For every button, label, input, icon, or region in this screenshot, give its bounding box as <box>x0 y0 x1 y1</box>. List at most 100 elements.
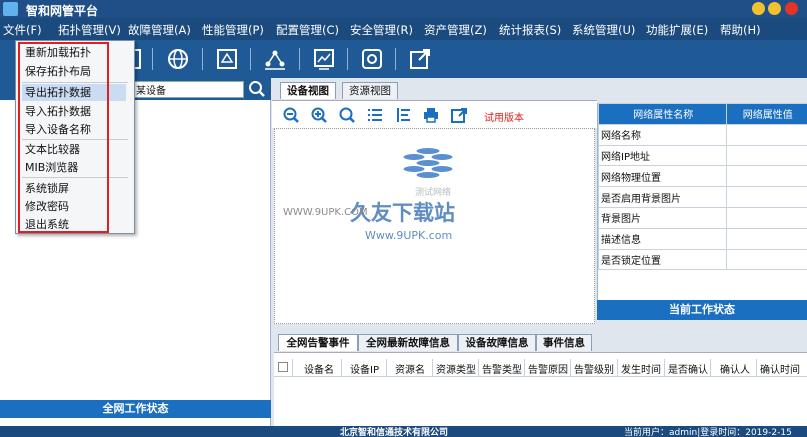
prop-value[interactable] <box>725 165 807 188</box>
prop-name: 是否锁定位置 <box>598 248 727 271</box>
toolbar-separator <box>395 48 396 70</box>
globe-icon[interactable] <box>164 45 192 73</box>
select-all-checkbox[interactable] <box>278 362 288 372</box>
column-divider <box>341 359 342 377</box>
print-icon[interactable] <box>422 106 440 124</box>
event-tabs: 全网告警事件 全网最新故障信息 设备故障信息 事件信息 <box>272 332 807 352</box>
column-divider <box>756 359 757 377</box>
device-icon[interactable] <box>213 45 241 73</box>
menu-performance[interactable]: 性能管理(P) <box>202 22 264 38</box>
prop-name: 描述信息 <box>598 227 727 250</box>
prop-name: 网络物理位置 <box>598 165 727 188</box>
col-confirm-time[interactable]: 确认时间 <box>760 361 800 376</box>
menu-asset[interactable]: 资产管理(Z) <box>424 22 487 38</box>
align-icon[interactable] <box>394 106 412 124</box>
toolbar-separator <box>202 48 203 70</box>
col-occurred-time[interactable]: 发生时间 <box>621 361 661 376</box>
column-divider <box>710 359 711 377</box>
col-device-ip[interactable]: 设备IP <box>350 361 379 376</box>
export-icon[interactable] <box>406 45 434 73</box>
window-title: 智和网管平台 <box>26 4 99 18</box>
col-alarm-level[interactable]: 告警级别 <box>574 361 614 376</box>
topology-canvas[interactable]: 测试网络 久友下载站 WWW.9UPK.COM Www.9UPK.com <box>274 128 595 324</box>
prop-header-name: 网络属性名称 <box>598 103 727 125</box>
col-resource-name[interactable]: 资源名 <box>395 361 425 376</box>
table-header: 设备名 设备IP 资源名 资源类型 告警类型 告警原因 告警级别 发生时间 是否… <box>274 359 807 377</box>
menu-file[interactable]: 文件(F) <box>3 22 42 38</box>
view-toolbar: 试用版本 <box>272 100 597 128</box>
properties-table: 网络属性名称 网络属性值 网络名称 网络IP地址 网络物理位置 是否启用背景图片… <box>598 103 807 271</box>
column-divider <box>617 359 618 377</box>
tab-device-faults[interactable]: 设备故障信息 <box>458 334 536 351</box>
tab-alarm-events[interactable]: 全网告警事件 <box>278 334 358 351</box>
tab-event-info[interactable]: 事件信息 <box>536 334 592 351</box>
prop-value[interactable] <box>725 144 807 167</box>
zoom-out-icon[interactable] <box>282 106 300 124</box>
menu-help[interactable]: 帮助(H) <box>720 22 761 38</box>
menu-config[interactable]: 配置管理(C) <box>276 22 339 38</box>
minimize-button[interactable] <box>752 2 765 15</box>
menu-bar: 文件(F) 拓扑管理(V) 故障管理(A) 性能管理(P) 配置管理(C) 安全… <box>0 18 807 40</box>
prop-value[interactable] <box>725 227 807 250</box>
watermark-url: Www.9UPK.com <box>365 229 453 242</box>
prop-name: 背景图片 <box>598 206 727 229</box>
column-divider <box>432 359 433 377</box>
prop-value[interactable] <box>725 206 807 229</box>
toolbar-separator <box>250 48 251 70</box>
tab-latest-faults[interactable]: 全网最新故障信息 <box>358 334 458 351</box>
watermark-url-left: WWW.9UPK.COM <box>283 207 368 218</box>
tab-resource-view[interactable]: 资源视图 <box>342 82 398 99</box>
search-input[interactable]: 某设备 <box>132 81 244 98</box>
share-icon[interactable] <box>450 106 468 124</box>
maximize-button[interactable] <box>768 2 781 15</box>
network-cloud-icon[interactable] <box>400 145 456 185</box>
toolbar-separator <box>152 48 153 70</box>
toolbar-separator <box>347 48 348 70</box>
network-properties-panel: 网络属性名称 网络属性值 网络名称 网络IP地址 网络物理位置 是否启用背景图片… <box>597 103 807 271</box>
app-icon <box>3 2 18 16</box>
column-divider <box>386 359 387 377</box>
current-status-title: 当前工作状态 <box>597 300 807 320</box>
settings-icon[interactable] <box>358 45 386 73</box>
menu-fault[interactable]: 故障管理(A) <box>128 22 191 38</box>
trial-version-label: 试用版本 <box>484 113 524 124</box>
prop-name: 网络名称 <box>598 123 727 146</box>
current-status-area <box>597 270 807 300</box>
column-divider <box>478 359 479 377</box>
tab-device-view[interactable]: 设备视图 <box>280 82 336 99</box>
toolbar-separator <box>299 48 300 70</box>
view-tabs: 设备视图 资源视图 <box>272 80 807 100</box>
search-icon[interactable] <box>247 79 267 99</box>
menu-extensions[interactable]: 功能扩展(E) <box>646 22 708 38</box>
company-name: 北京智和信通技术有限公司 <box>340 428 449 437</box>
login-info: 当前用户：admin|登录时间：2019-2-15 9:40:25 <box>624 428 792 437</box>
zoom-in-icon[interactable] <box>310 106 328 124</box>
column-divider <box>292 359 293 377</box>
alarm-table: 设备名 设备IP 资源名 资源类型 告警类型 告警原因 告警级别 发生时间 是否… <box>274 352 807 426</box>
list-icon[interactable] <box>366 106 384 124</box>
menu-system[interactable]: 系统管理(U) <box>572 22 635 38</box>
report-icon[interactable] <box>310 45 338 73</box>
prop-value[interactable] <box>725 123 807 146</box>
network-status-title: 全网工作状态 <box>0 400 271 418</box>
prop-value[interactable] <box>725 186 807 208</box>
col-confirmed[interactable]: 是否确认 <box>668 361 708 376</box>
col-device-name[interactable]: 设备名 <box>304 361 334 376</box>
col-alarm-type[interactable]: 告警类型 <box>482 361 522 376</box>
col-resource-type[interactable]: 资源类型 <box>436 361 476 376</box>
column-divider <box>524 359 525 377</box>
status-bar: 北京智和信通技术有限公司 当前用户：admin|登录时间：2019-2-15 9… <box>0 426 807 437</box>
menu-topology[interactable]: 拓扑管理(V) <box>58 22 121 38</box>
find-icon[interactable] <box>338 106 356 124</box>
prop-value[interactable] <box>725 248 807 271</box>
highlight-annotation-box <box>18 42 109 233</box>
column-divider <box>570 359 571 377</box>
menu-reports[interactable]: 统计报表(S) <box>499 22 561 38</box>
col-confirmer[interactable]: 确认人 <box>720 361 750 376</box>
menu-security[interactable]: 安全管理(R) <box>350 22 413 38</box>
prop-name: 是否启用背景图片 <box>598 186 727 208</box>
close-button[interactable] <box>785 2 798 15</box>
link-icon[interactable] <box>261 45 289 73</box>
column-divider <box>664 359 665 377</box>
col-alarm-reason[interactable]: 告警原因 <box>528 361 568 376</box>
